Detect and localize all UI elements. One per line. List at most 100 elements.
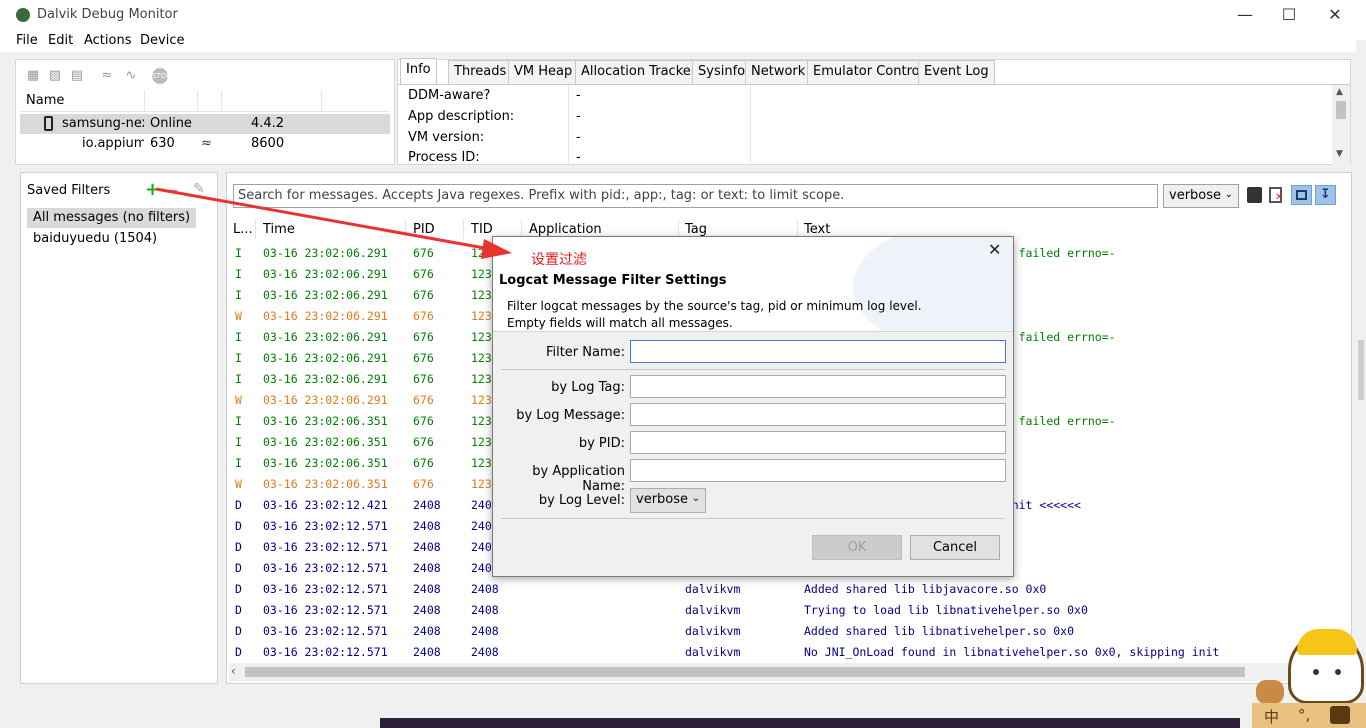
ime-language-toggle[interactable]: 中 — [1264, 706, 1279, 727]
log-cell-tid: 123 — [471, 477, 492, 491]
scroll-down-icon[interactable]: ▼ — [1336, 149, 1343, 159]
log-cell-tag: dalvikvm — [685, 582, 741, 596]
column-separator — [197, 90, 198, 112]
menu-edit[interactable]: Edit — [48, 33, 73, 48]
info-scrollbar[interactable]: ▲ ▼ — [1332, 85, 1350, 165]
info-key: DDM-aware? — [408, 88, 491, 103]
device-name-header: Name — [26, 93, 65, 108]
scrollbar-thumb[interactable] — [245, 667, 1245, 677]
log-cell-pid: 676 — [413, 288, 434, 302]
stop-process-icon[interactable]: STOP — [152, 68, 170, 84]
annotation-label: 设置过滤 — [531, 252, 587, 268]
desktop-pet-widget[interactable] — [1288, 629, 1364, 704]
arrow-line — [155, 187, 491, 251]
log-tag-input[interactable] — [630, 375, 1006, 398]
info-value: - — [576, 130, 581, 145]
filter-item-baiduyuedu[interactable]: baiduyuedu (1504) — [33, 231, 157, 246]
log-level-dropdown[interactable]: verbose ⌄ — [630, 488, 706, 513]
cancel-button[interactable]: Cancel — [910, 535, 1000, 560]
log-cell-tid: 123 — [471, 309, 492, 323]
log-cell-time: 03-16 23:02:06.351 — [263, 456, 388, 470]
ime-toolbar[interactable]: 中 °, — [1252, 703, 1366, 728]
maximize-button[interactable]: ☐ — [1266, 0, 1312, 30]
update-threads-icon[interactable]: ≈ — [100, 68, 114, 83]
log-tag-label: by Log Tag: — [551, 380, 625, 395]
client-row[interactable]: io.appium. 630 ≈ 8600 — [20, 134, 390, 154]
log-message-input[interactable] — [630, 403, 1006, 426]
scrollbar-thumb[interactable] — [1358, 340, 1364, 400]
filter-name-input[interactable] — [630, 340, 1006, 363]
annotation-arrow — [155, 187, 512, 259]
tab-info[interactable]: Info — [400, 58, 437, 84]
phone-icon — [44, 116, 53, 131]
pid-input[interactable] — [630, 431, 1006, 454]
menu-bar: File Edit Actions Device — [0, 30, 1366, 52]
start-method-profiling-icon[interactable]: ∿ — [124, 68, 138, 83]
saved-filters-title: Saved Filters — [27, 183, 111, 198]
log-cell-pid: 2408 — [413, 582, 441, 596]
menu-actions[interactable]: Actions — [84, 33, 132, 48]
log-cell-tid: 240 — [471, 540, 492, 554]
log-cell-time: 03-16 23:02:06.291 — [263, 393, 388, 407]
log-cell-tid: 123 — [471, 456, 492, 470]
scrollbar-thumb[interactable] — [1336, 101, 1346, 119]
window-scrollbar[interactable] — [1356, 40, 1366, 680]
log-cell-tid: 240 — [471, 561, 492, 575]
ime-skin-icon[interactable] — [1330, 706, 1350, 724]
separator — [501, 369, 1005, 370]
log-row[interactable]: D 03-16 23:02:12.571 2408 2408 dalvikvm Added… — [227, 579, 1327, 600]
log-cell-text: Trying to load lib libnativehelper.so 0x… — [804, 603, 1088, 617]
debug-status-icon: ≈ — [201, 136, 212, 151]
log-cell-time: 03-16 23:02:12.421 — [263, 498, 388, 512]
separator — [501, 518, 1005, 519]
tab-sysinfo[interactable]: Sysinfo — [692, 60, 752, 84]
close-button[interactable]: ✕ — [1312, 0, 1358, 30]
device-version: 4.4.2 — [251, 116, 285, 131]
log-cell-pid: 676 — [413, 414, 434, 428]
log-cell-time: 03-16 23:02:06.291 — [263, 288, 388, 302]
minimize-button[interactable]: — — [1222, 0, 1268, 30]
log-cell-l: D — [235, 540, 242, 554]
filter-settings-dialog: 设置过滤 Logcat Message Filter Settings Filt… — [492, 236, 1014, 577]
log-cell-time: 03-16 23:02:06.291 — [263, 309, 388, 323]
log-cell-time: 03-16 23:02:12.571 — [263, 645, 388, 659]
log-row[interactable]: D 03-16 23:02:12.571 2408 2408 dalvikvm Tryin… — [227, 600, 1327, 621]
debug-process-icon[interactable]: ▦ — [26, 68, 40, 83]
horizontal-scrollbar[interactable]: ‹ — [229, 663, 1349, 681]
log-cell-pid: 2408 — [413, 603, 441, 617]
tab-threads[interactable]: Threads — [448, 60, 513, 84]
log-cell-time: 03-16 23:02:12.571 — [263, 561, 388, 575]
log-cell-l: D — [235, 498, 242, 512]
log-row[interactable]: D 03-16 23:02:12.571 2408 2408 dalvikvm Added… — [227, 621, 1327, 642]
log-cell-time: 03-16 23:02:06.291 — [263, 267, 388, 281]
log-cell-text: Added shared lib libnativehelper.so 0x0 — [804, 624, 1075, 638]
dialog-close-icon[interactable]: ✕ — [988, 240, 1001, 259]
chevron-down-icon: ⌄ — [691, 493, 700, 504]
filter-name-label: Filter Name: — [545, 345, 625, 360]
log-row[interactable]: D 03-16 23:02:12.571 2408 2408 dalvikvm No JN… — [227, 642, 1327, 663]
log-cell-l: W — [235, 309, 242, 323]
ime-punctuation-toggle[interactable]: °, — [1298, 706, 1310, 724]
device-status: Online — [150, 116, 192, 131]
tab-event-log[interactable]: Event Log — [918, 60, 995, 84]
log-cell-tag: dalvikvm — [685, 624, 741, 638]
tab-emulator-control[interactable]: Emulator Control — [807, 60, 930, 84]
log-cell-pid: 676 — [413, 267, 434, 281]
app-name-input[interactable] — [630, 459, 1006, 482]
menu-file[interactable]: File — [16, 33, 38, 48]
column-separator — [750, 85, 751, 165]
scroll-left-icon[interactable]: ‹ — [231, 664, 236, 678]
log-message-label: by Log Message: — [516, 408, 625, 423]
tab-allocation-tracker[interactable]: Allocation Tracker — [575, 60, 703, 84]
tab-vm-heap[interactable]: VM Heap — [508, 60, 579, 84]
log-cell-time: 03-16 23:02:12.571 — [263, 582, 388, 596]
scroll-up-icon[interactable]: ▲ — [1336, 87, 1343, 97]
update-heap-icon[interactable]: ▧ — [48, 68, 62, 83]
dump-hprof-icon[interactable]: ▤ — [70, 68, 84, 83]
log-cell-pid: 2408 — [413, 624, 441, 638]
device-row[interactable]: samsung-nexu Online 4.4.2 — [20, 114, 390, 134]
tab-network[interactable]: Network — [745, 60, 812, 84]
menu-device[interactable]: Device — [140, 33, 184, 48]
client-port: 8600 — [251, 136, 285, 151]
ok-button[interactable]: OK — [812, 535, 902, 560]
